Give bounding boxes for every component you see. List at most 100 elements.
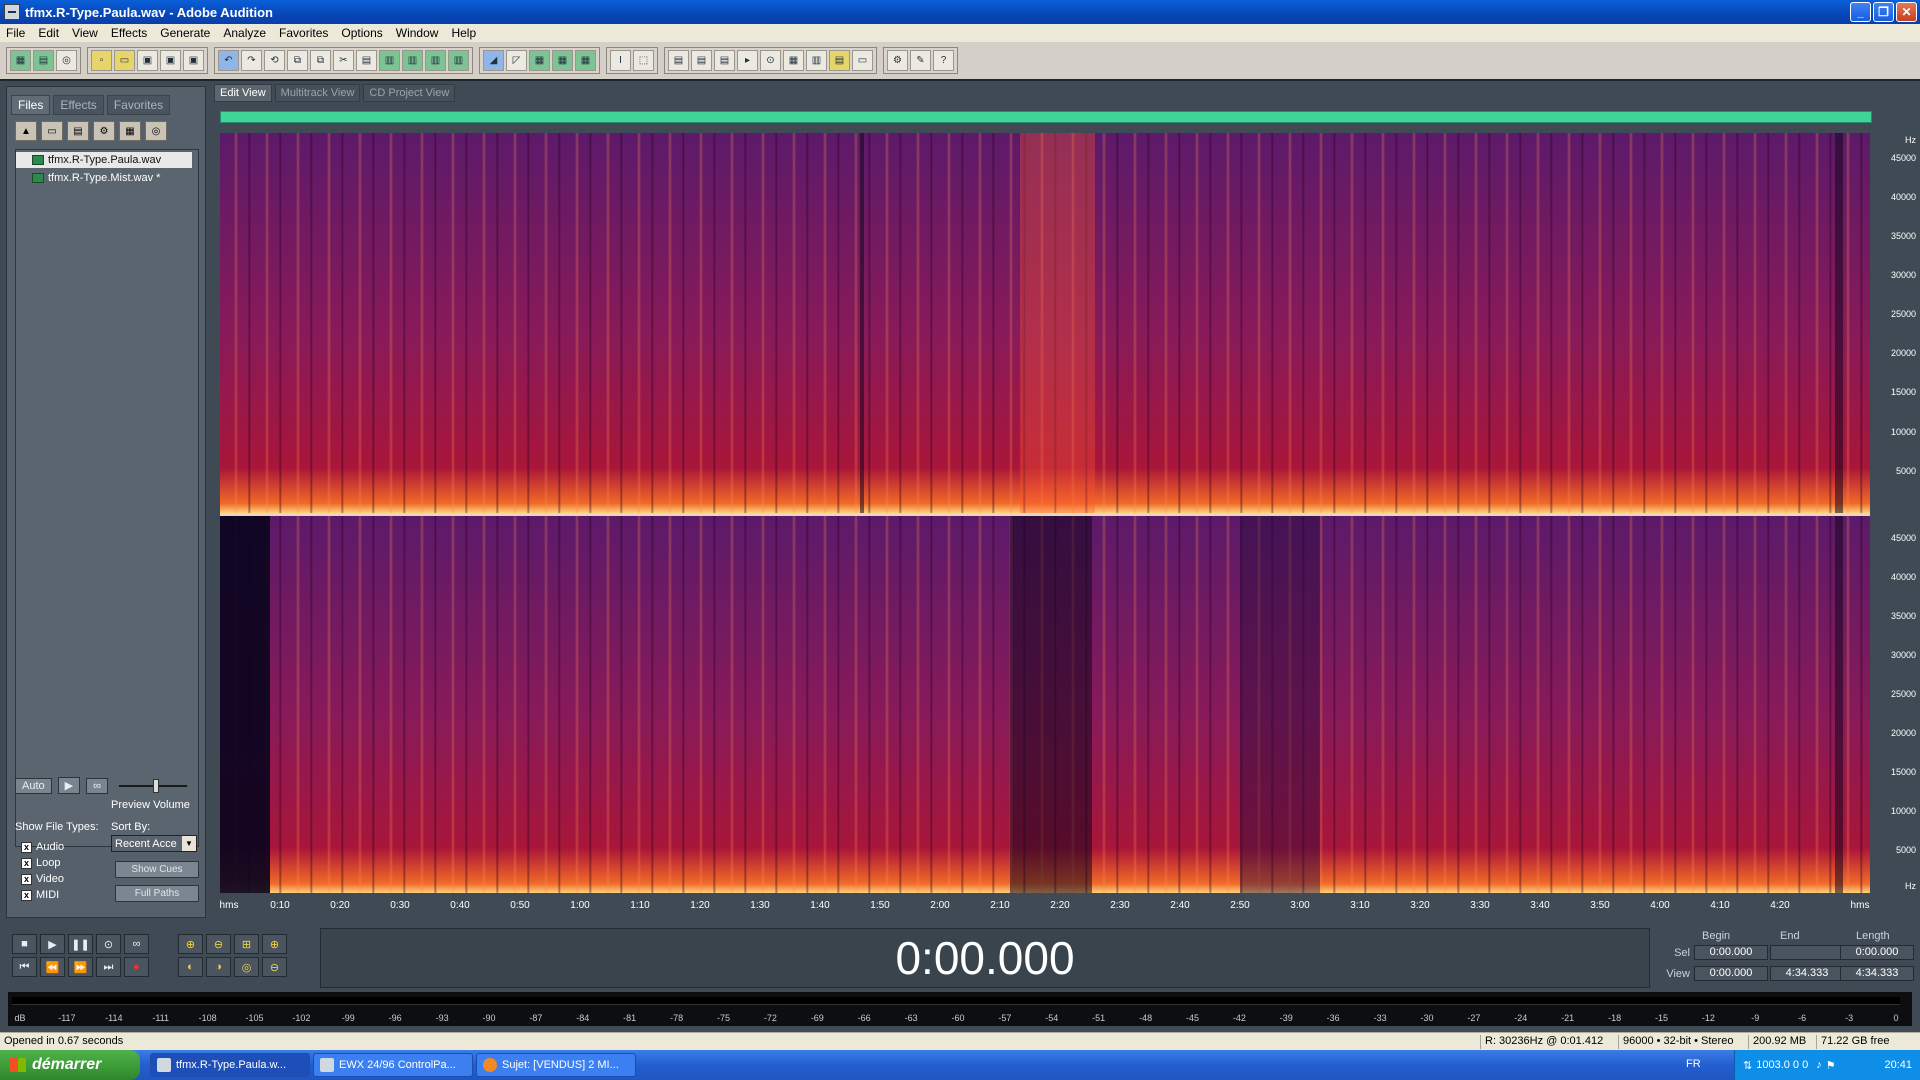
checkbox[interactable]: x xyxy=(21,873,32,885)
checkbox[interactable]: x xyxy=(21,857,32,869)
sel-end-field[interactable] xyxy=(1770,945,1844,960)
spectral-phase-icon[interactable]: ▦ xyxy=(552,50,573,71)
tab-favorites[interactable]: Favorites xyxy=(106,95,171,115)
show-cues-button[interactable]: Show Cues xyxy=(115,861,199,878)
save-icon[interactable]: ▣ xyxy=(137,50,158,71)
sort-by-select[interactable]: Recent Acce ▼ xyxy=(111,835,197,852)
copy-new-icon[interactable]: ⧉ xyxy=(310,50,331,71)
audition-app-icon[interactable] xyxy=(4,4,20,20)
mix-paste-icon[interactable]: ▥ xyxy=(402,50,423,71)
properties-icon[interactable]: ✎ xyxy=(910,50,931,71)
insert-cd-icon[interactable]: ◎ xyxy=(145,121,167,141)
waveform-view-icon[interactable]: ◢ xyxy=(483,50,504,71)
close-button[interactable]: ✕ xyxy=(1896,2,1917,22)
tab-effects[interactable]: Effects xyxy=(53,95,104,115)
zoom-out-horizontal-button[interactable]: ⊖ xyxy=(206,934,231,954)
zoom-in-horizontal-button[interactable]: ⊕ xyxy=(178,934,203,954)
minimize-button[interactable]: _ xyxy=(1850,2,1871,22)
snap-ruler-icon[interactable]: ▤ xyxy=(668,50,689,71)
chevron-down-icon[interactable]: ▼ xyxy=(182,836,196,851)
tab-files[interactable]: Files xyxy=(11,95,51,115)
edit-file-icon[interactable]: ⚙ xyxy=(93,121,115,141)
trim-icon[interactable]: ▥ xyxy=(425,50,446,71)
filetype-loop[interactable]: x Loop xyxy=(21,855,64,871)
menu-file[interactable]: File xyxy=(0,26,32,40)
new-file-icon[interactable]: ▫ xyxy=(91,50,112,71)
language-indicator[interactable]: FR xyxy=(1686,1058,1701,1070)
slider-thumb[interactable] xyxy=(153,779,159,793)
zoom-left-button[interactable]: ◐ xyxy=(178,957,203,977)
go-to-end-button[interactable]: ⏭ xyxy=(96,957,121,977)
zoom-in-vertical-button[interactable]: ⊕ xyxy=(262,934,287,954)
snap-frames-icon[interactable]: ▦ xyxy=(783,50,804,71)
menu-favorites[interactable]: Favorites xyxy=(273,26,335,40)
list-item[interactable]: tfmx.R-Type.Paula.wav xyxy=(16,152,192,168)
help-icon[interactable]: ? xyxy=(933,50,954,71)
cut-icon[interactable]: ✂ xyxy=(333,50,354,71)
network-icon[interactable]: ⇅ xyxy=(1743,1059,1752,1072)
zoom-selection-button[interactable]: ◎ xyxy=(234,957,259,977)
tab-edit-view[interactable]: Edit View xyxy=(214,84,272,102)
checkbox[interactable]: x xyxy=(21,841,32,853)
view-end-field[interactable]: 4:34.333 xyxy=(1770,966,1844,981)
undo-icon[interactable]: ↶ xyxy=(218,50,239,71)
go-to-start-button[interactable]: ⏮ xyxy=(12,957,37,977)
start-button[interactable]: démarrer xyxy=(0,1050,140,1080)
time-selection-tool-icon[interactable]: I xyxy=(610,50,631,71)
right-channel-spectrogram[interactable] xyxy=(220,516,1870,893)
full-paths-button[interactable]: Full Paths xyxy=(115,885,199,902)
view-length-field[interactable]: 4:34.333 xyxy=(1840,966,1914,981)
volume-icon[interactable]: ♪ xyxy=(1816,1059,1822,1071)
stop-button[interactable]: ■ xyxy=(12,934,37,954)
record-button[interactable]: ● xyxy=(124,957,149,977)
repeat-icon[interactable]: ⟲ xyxy=(264,50,285,71)
play-to-end-button[interactable]: ⊙ xyxy=(96,934,121,954)
list-item[interactable]: tfmx.R-Type.Mist.wav * xyxy=(16,170,198,186)
filetype-audio[interactable]: x Audio xyxy=(21,839,64,855)
snap-markers-icon[interactable]: ▸ xyxy=(737,50,758,71)
taskbar-item-audition[interactable]: tfmx.R-Type.Paula.w... xyxy=(150,1053,310,1077)
tab-cd-project-view[interactable]: CD Project View xyxy=(363,84,456,102)
multitrack-view-icon[interactable]: ▤ xyxy=(33,50,54,71)
taskbar-item-firefox[interactable]: Sujet: [VENDUS] 2 MI... xyxy=(476,1053,636,1077)
redo-icon[interactable]: ↷ xyxy=(241,50,262,71)
snap-loop-icon[interactable]: ▤ xyxy=(714,50,735,71)
preview-loop-button[interactable]: ∞ xyxy=(86,777,108,794)
filetype-video[interactable]: x Video xyxy=(21,871,64,887)
sel-length-field[interactable]: 0:00.000 xyxy=(1840,945,1914,960)
menu-generate[interactable]: Generate xyxy=(154,26,217,40)
filetype-midi[interactable]: x MIDI xyxy=(21,887,64,903)
restore-button[interactable]: ❐ xyxy=(1873,2,1894,22)
menu-effects[interactable]: Effects xyxy=(105,26,154,40)
menu-options[interactable]: Options xyxy=(335,26,389,40)
security-icon[interactable]: ⚑ xyxy=(1826,1059,1836,1072)
cd-view-icon[interactable]: ◎ xyxy=(56,50,77,71)
loop-button[interactable]: ∞ xyxy=(124,934,149,954)
markers-list-icon[interactable]: ▤ xyxy=(829,50,850,71)
edit-view-icon[interactable]: ▦ xyxy=(10,50,31,71)
spectral-pan-icon[interactable]: ▦ xyxy=(529,50,550,71)
settings-icon[interactable]: ⚙ xyxy=(887,50,908,71)
menu-analyze[interactable]: Analyze xyxy=(217,26,273,40)
spectral-display[interactable] xyxy=(220,133,1870,895)
save-as-icon[interactable]: ▣ xyxy=(160,50,181,71)
taskbar-item-controlpanel[interactable]: EWX 24/96 ControlPa... xyxy=(313,1053,473,1077)
menu-view[interactable]: View xyxy=(66,26,105,40)
overview-bar[interactable] xyxy=(220,111,1872,123)
convert-icon[interactable]: ▥ xyxy=(448,50,469,71)
zoom-out-vertical-button[interactable]: ⊖ xyxy=(262,957,287,977)
menu-help[interactable]: Help xyxy=(445,26,483,40)
import-file-icon[interactable]: ▲ xyxy=(15,121,37,141)
paste-new-icon[interactable]: ▥ xyxy=(379,50,400,71)
view-begin-field[interactable]: 0:00.000 xyxy=(1694,966,1768,981)
play-button[interactable]: ▶ xyxy=(40,934,65,954)
menu-edit[interactable]: Edit xyxy=(32,26,66,40)
left-channel-spectrogram[interactable] xyxy=(220,133,1870,513)
pause-button[interactable]: ❚❚ xyxy=(68,934,93,954)
metronome-icon[interactable]: ▥ xyxy=(806,50,827,71)
menu-window[interactable]: Window xyxy=(390,26,446,40)
insert-multitrack-icon[interactable]: ▦ xyxy=(119,121,141,141)
rewind-button[interactable]: ⏪ xyxy=(40,957,65,977)
snap-clips-icon[interactable]: ▤ xyxy=(691,50,712,71)
paste-icon[interactable]: ▤ xyxy=(356,50,377,71)
